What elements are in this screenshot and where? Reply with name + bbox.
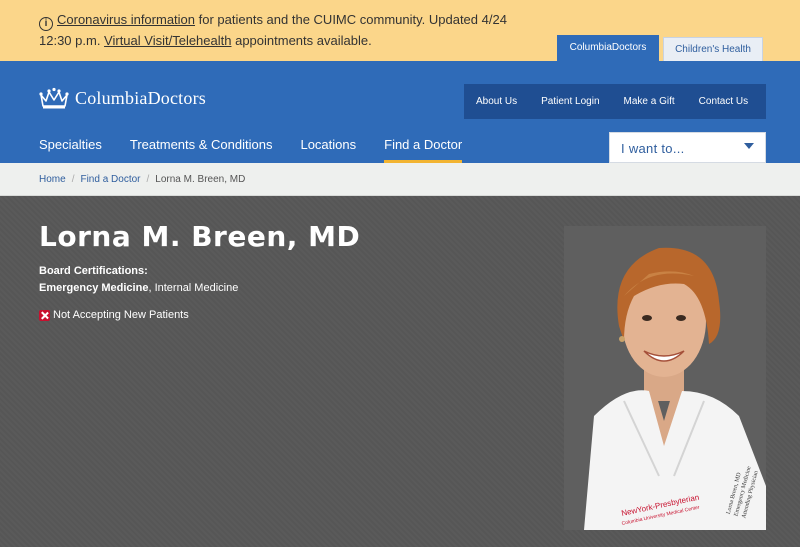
alert-text-2: appointments available.	[231, 33, 372, 48]
breadcrumb-find-a-doctor[interactable]: Find a Doctor	[80, 174, 140, 185]
breadcrumb-separator: /	[146, 174, 150, 185]
breadcrumb-separator: /	[71, 174, 75, 185]
doctor-profile: Lorna M. Breen, MD Board Certifications:…	[0, 196, 800, 547]
doctor-name: Lorna M. Breen, MD	[39, 220, 361, 253]
accepting-status: Not Accepting New Patients	[39, 309, 189, 321]
telehealth-link[interactable]: Virtual Visit/Telehealth	[104, 33, 231, 48]
tab-childrens-health[interactable]: Children's Health	[663, 37, 763, 61]
chevron-down-icon	[744, 143, 754, 149]
nav-find-a-doctor[interactable]: Find a Doctor	[384, 137, 463, 163]
utility-nav: About Us Patient Login Make a Gift Conta…	[464, 84, 766, 119]
doctor-portrait: NewYork-Presbyterian Columbia University…	[584, 247, 766, 530]
cert-secondary: Internal Medicine	[154, 282, 239, 294]
accepting-status-text: Not Accepting New Patients	[53, 309, 189, 321]
info-icon: i	[39, 17, 53, 31]
i-want-to-label: I want to...	[621, 141, 685, 156]
nav-locations[interactable]: Locations	[300, 137, 356, 163]
nav-specialties[interactable]: Specialties	[39, 137, 102, 163]
certifications-label: Board Certifications:	[39, 265, 148, 277]
i-want-to-dropdown[interactable]: I want to...	[609, 132, 766, 163]
nav-treatments-conditions[interactable]: Treatments & Conditions	[130, 137, 273, 163]
breadcrumb-current: Lorna M. Breen, MD	[155, 174, 246, 185]
patient-login-link[interactable]: Patient Login	[529, 96, 611, 107]
logo[interactable]: ColumbiaDoctors	[39, 85, 206, 111]
contact-us-link[interactable]: Contact Us	[687, 96, 760, 107]
main-nav: Specialties Treatments & Conditions Loca…	[39, 137, 490, 163]
coronavirus-info-link[interactable]: Coronavirus information	[57, 12, 195, 27]
doctor-photo: NewYork-Presbyterian Columbia University…	[564, 226, 766, 530]
about-us-link[interactable]: About Us	[464, 96, 529, 107]
crown-icon	[39, 87, 69, 109]
logo-text: ColumbiaDoctors	[75, 87, 206, 108]
alert-banner: i Coronavirus information for patients an…	[0, 0, 800, 61]
make-a-gift-link[interactable]: Make a Gift	[612, 96, 687, 107]
tab-columbiadoctors[interactable]: ColumbiaDoctors	[557, 35, 659, 61]
certifications-list: Emergency Medicine, Internal Medicine	[39, 282, 238, 294]
cert-primary: Emergency Medicine	[39, 282, 149, 294]
site-header: ColumbiaDoctors About Us Patient Login M…	[0, 61, 800, 163]
alert-text: i Coronavirus information for patients an…	[39, 10, 509, 50]
breadcrumb-home[interactable]: Home	[39, 174, 66, 185]
not-accepting-icon	[39, 309, 50, 321]
breadcrumb: Home / Find a Doctor / Lorna M. Breen, MD	[0, 163, 800, 196]
